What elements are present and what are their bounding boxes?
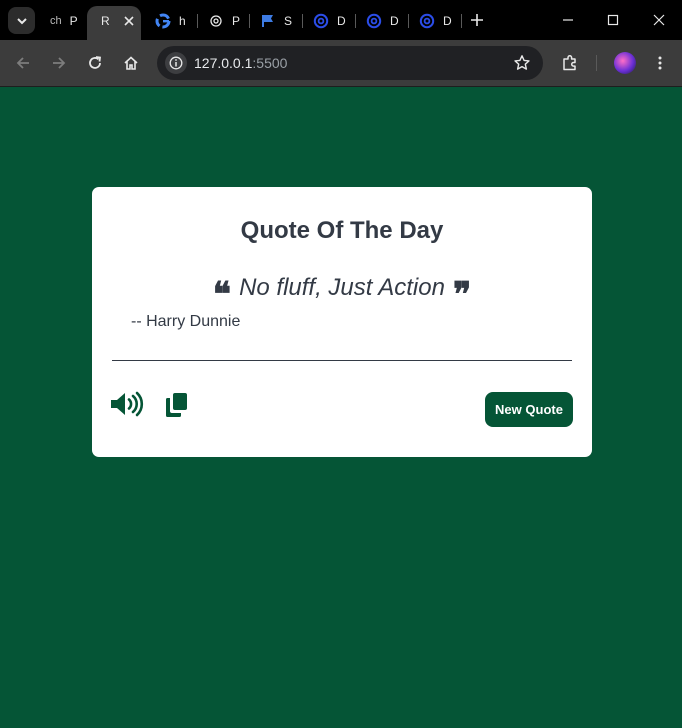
tab-7[interactable]: D (366, 6, 399, 35)
browser-toolbar: 127.0.0.1:5500 (0, 40, 682, 86)
tab-2-label: R (101, 13, 110, 28)
tab-2[interactable]: R (101, 6, 135, 35)
bookmark-star-icon[interactable] (513, 54, 531, 72)
flag-icon (260, 13, 276, 29)
copy-icon (166, 393, 187, 417)
speak-button[interactable] (110, 391, 144, 417)
tab-3[interactable]: h (155, 6, 186, 35)
maximize-icon (607, 14, 619, 26)
profile-avatar[interactable] (614, 52, 636, 74)
toolbar-separator (596, 55, 597, 71)
at-sign-icon (313, 13, 329, 29)
arrow-right-icon (53, 57, 66, 69)
minimize-icon (563, 19, 573, 21)
forward-button[interactable] (47, 51, 71, 75)
quote-author: -- Harry Dunnie (131, 313, 241, 330)
home-icon (124, 56, 138, 70)
extensions-button[interactable] (558, 51, 582, 75)
quote-row: ❝ No fluff, Just Action ❞ (92, 274, 592, 302)
tab-1-favicon-text: ch (50, 14, 62, 27)
tab-separator (249, 14, 250, 28)
tab-7-label: D (390, 13, 399, 28)
tab-separator (355, 14, 356, 28)
tab-4-label: P (232, 13, 241, 28)
tab-separator (197, 14, 198, 28)
minimize-button[interactable] (558, 10, 578, 30)
chevron-down-icon (16, 17, 27, 24)
more-vertical-icon (658, 56, 662, 70)
quote-left-icon: ❝ (212, 278, 232, 302)
tab-6[interactable]: D (313, 6, 346, 35)
plus-icon (471, 14, 483, 26)
new-tab-button[interactable] (467, 10, 487, 30)
reload-button[interactable] (83, 51, 107, 75)
site-info-button[interactable] (165, 52, 187, 74)
quote-text: No fluff, Just Action (239, 274, 445, 301)
arrow-left-icon (16, 57, 29, 69)
address-bar[interactable]: 127.0.0.1:5500 (157, 46, 543, 80)
divider (112, 360, 572, 361)
page-title: Quote Of The Day (240, 217, 444, 244)
menu-button[interactable] (648, 51, 672, 75)
openai-icon (208, 13, 224, 29)
close-window-button[interactable] (649, 10, 669, 30)
copy-button[interactable] (165, 392, 189, 418)
tab-4[interactable]: P (208, 6, 240, 35)
google-icon (155, 13, 171, 29)
tab-6-label: D (337, 13, 346, 28)
info-icon (169, 56, 183, 70)
url-port: :5500 (252, 55, 288, 71)
at-sign-icon (419, 13, 435, 29)
maximize-button[interactable] (603, 10, 623, 30)
new-quote-button[interactable]: New Quote (485, 392, 573, 427)
tab-separator (408, 14, 409, 28)
tab-5-label: S (284, 13, 293, 28)
quote-right-icon: ❞ (452, 278, 472, 302)
reload-icon (89, 56, 102, 69)
tab-1[interactable]: ch P (50, 6, 78, 35)
toolbar-border (0, 86, 682, 87)
close-icon (653, 14, 665, 26)
close-tab-icon[interactable] (123, 15, 135, 27)
tab-search-button[interactable] (8, 7, 35, 34)
volume-icon (111, 391, 144, 417)
tab-separator (302, 14, 303, 28)
tab-8[interactable]: D (419, 6, 452, 35)
tab-3-label: h (179, 13, 186, 28)
tab-separator (461, 14, 462, 28)
quote-card: Quote Of The Day ❝ No fluff, Just Action… (92, 187, 592, 457)
url-host: 127.0.0.1 (194, 55, 253, 71)
puzzle-icon (563, 54, 576, 71)
tab-5[interactable]: S (260, 6, 292, 35)
url-text[interactable]: 127.0.0.1:5500 (194, 55, 287, 71)
back-button[interactable] (11, 51, 35, 75)
tab-8-label: D (443, 13, 452, 28)
tab-strip: ch P R h P S D D D (0, 0, 682, 40)
at-sign-icon (366, 13, 382, 29)
home-button[interactable] (119, 51, 143, 75)
tab-1-label: P (69, 13, 78, 28)
